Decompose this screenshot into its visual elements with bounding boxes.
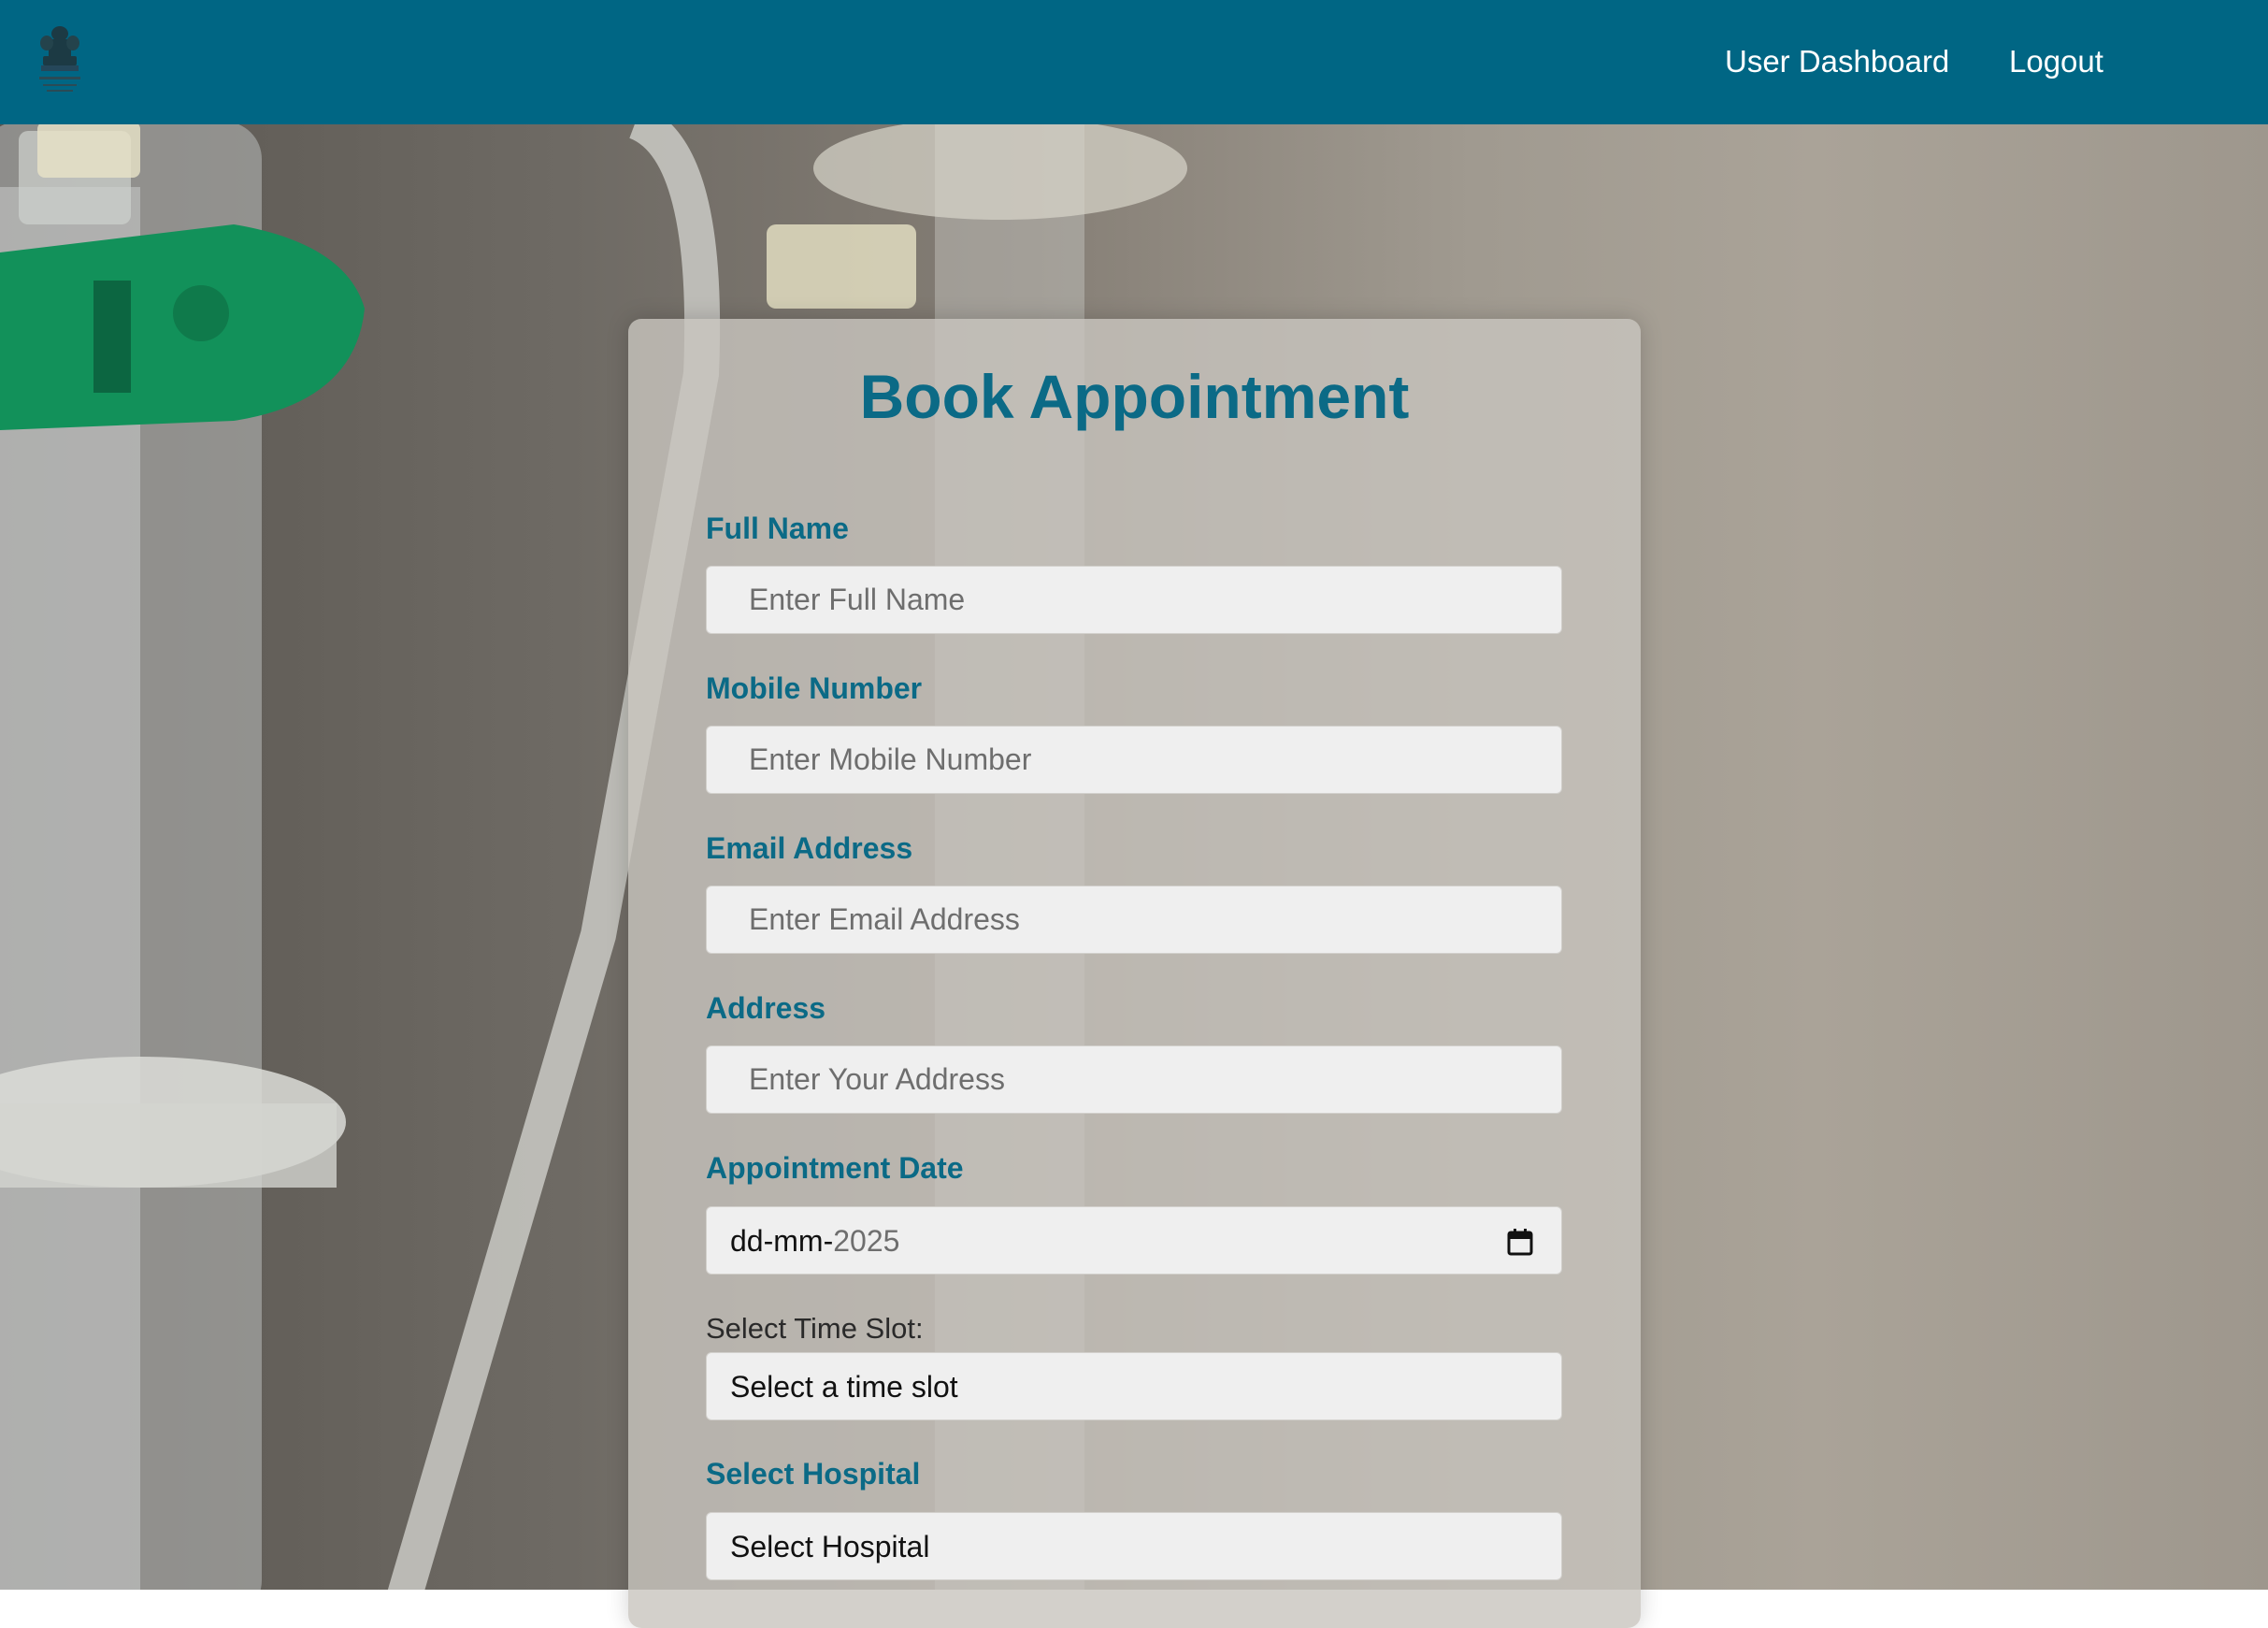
mobile-number-input[interactable] <box>706 726 1562 794</box>
full-name-input[interactable] <box>706 566 1562 634</box>
time-slot-select[interactable]: Select a time slot <box>706 1352 1562 1420</box>
hospital-label: Select Hospital <box>706 1457 921 1491</box>
nav-logout[interactable]: Logout <box>2009 42 2103 81</box>
address-label: Address <box>706 991 826 1025</box>
full-name-label: Full Name <box>706 511 849 545</box>
hospital-selected: Select Hospital <box>730 1530 930 1563</box>
date-year: 2025 <box>833 1224 900 1258</box>
time-slot-label: Select Time Slot: <box>706 1312 924 1345</box>
appointment-date-label: Appointment Date <box>706 1151 964 1185</box>
date-value: dd-mm-2025 <box>730 1222 899 1260</box>
address-input[interactable] <box>706 1045 1562 1114</box>
nav-user-dashboard[interactable]: User Dashboard <box>1725 42 1949 81</box>
calendar-icon[interactable] <box>1507 1228 1533 1256</box>
hospital-select[interactable]: Select Hospital <box>706 1512 1562 1580</box>
top-navbar: User Dashboard Logout <box>0 0 2268 124</box>
appointment-date-input[interactable]: dd-mm-2025 <box>706 1206 1562 1275</box>
email-address-label: Email Address <box>706 831 913 865</box>
date-format: dd-mm- <box>730 1224 834 1258</box>
email-address-input[interactable] <box>706 886 1562 954</box>
time-slot-selected: Select a time slot <box>730 1370 958 1404</box>
national-emblem-icon[interactable] <box>34 21 86 99</box>
mobile-number-label: Mobile Number <box>706 671 923 705</box>
page-title: Book Appointment <box>859 362 1410 431</box>
